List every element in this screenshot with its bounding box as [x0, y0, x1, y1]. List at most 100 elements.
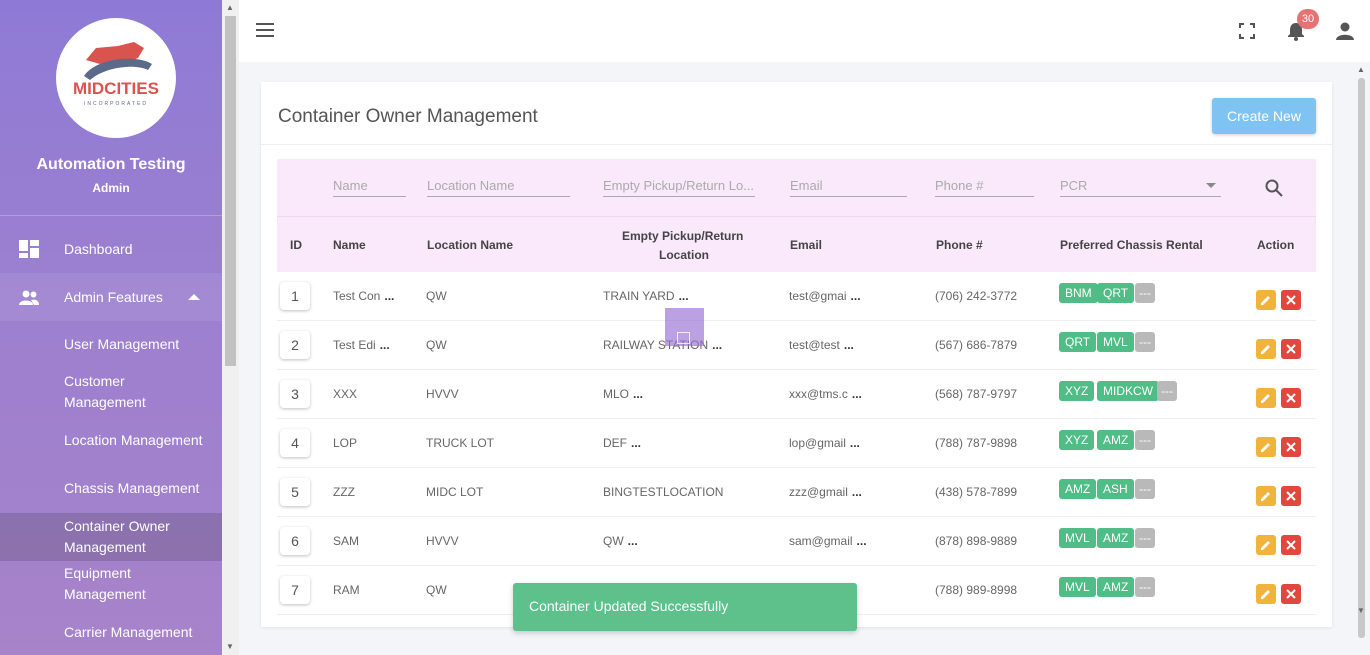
table-header: ID Name Location Name Empty Pickup/Retur… [277, 216, 1316, 272]
delete-button[interactable] [1281, 290, 1301, 310]
pencil-icon [1261, 541, 1270, 550]
edit-button[interactable] [1256, 584, 1276, 604]
main-scroll-thumb[interactable] [1358, 78, 1365, 638]
empty-location-filter-input[interactable] [603, 175, 755, 197]
cell-email: zzz@gmail... [789, 485, 862, 499]
sidebar-item-carrier-management[interactable]: Carrier Management [0, 622, 222, 643]
chevron-up-icon [188, 294, 200, 300]
edit-button[interactable] [1256, 535, 1276, 555]
pcr-more-button[interactable]: --- [1135, 283, 1155, 303]
more-ellipsis[interactable]: ... [852, 485, 862, 499]
user-name: Automation Testing [36, 156, 186, 173]
edit-button[interactable] [1256, 437, 1276, 457]
table-row[interactable]: 3 XXX HVVV MLO... xxx@tms.c... (568) 787-9797… [277, 370, 1316, 419]
delete-button[interactable] [1281, 437, 1301, 457]
edit-button[interactable] [1256, 339, 1276, 359]
pcr-tag: MIDKCW [1097, 381, 1159, 401]
page-title: Container Owner Management [278, 106, 538, 127]
pcr-more-button[interactable]: --- [1157, 381, 1177, 401]
delete-button[interactable] [1281, 339, 1301, 359]
edit-button[interactable] [1256, 388, 1276, 408]
table-row[interactable]: 4 LOP TRUCK LOT DEF... lop@gmail... (788) 787… [277, 419, 1316, 468]
scroll-down-arrow-icon[interactable]: ▼ [1357, 606, 1365, 615]
pcr-more-button[interactable]: --- [1135, 577, 1155, 597]
create-new-button[interactable]: Create New [1212, 98, 1316, 134]
table-row[interactable]: 5 ZZZ MIDC LOT BINGTESTLOCATION zzz@gmail...… [277, 468, 1316, 517]
scroll-down-arrow-icon[interactable]: ▼ [226, 642, 234, 651]
phone-filter-input[interactable] [935, 175, 1034, 197]
dropdown-caret-icon[interactable] [1206, 183, 1216, 188]
pcr-tag: QRT [1059, 332, 1097, 352]
fullscreen-icon[interactable] [1239, 23, 1255, 44]
sidebar-scrollbar[interactable]: ▲ ▼ [222, 0, 239, 655]
nav-admin-features[interactable]: Admin Features [0, 273, 222, 321]
name-filter-input[interactable] [333, 175, 406, 197]
cell-empty-location-text: TRAIN YARD [603, 289, 675, 303]
cell-name-text: XXX [333, 387, 358, 401]
more-ellipsis[interactable]: ... [633, 387, 643, 401]
cell-phone: (788) 989-8998 [935, 583, 1017, 597]
edit-button[interactable] [1256, 290, 1276, 310]
cell-email: test@gmai... [789, 289, 861, 303]
cell-location: MIDC LOT [426, 485, 483, 499]
notification-badge: 30 [1297, 9, 1319, 29]
scroll-up-arrow-icon[interactable]: ▲ [226, 3, 234, 12]
header-location: Location Name [427, 238, 514, 252]
cell-empty-location: TRAIN YARD... [603, 289, 689, 303]
cell-name: LOP [333, 436, 357, 450]
email-filter-input[interactable] [790, 175, 907, 197]
table-row[interactable]: 1 Test Con... QW TRAIN YARD... test@gmai...(… [277, 272, 1316, 321]
account-icon[interactable] [1335, 21, 1355, 46]
header-action: Action [1257, 238, 1295, 252]
sidebar-item-customer-management[interactable]: Customer Management [0, 371, 222, 413]
cell-name: Test Edi... [333, 338, 390, 352]
pcr-more-button[interactable]: --- [1135, 528, 1155, 548]
sidebar-scroll-thumb[interactable] [225, 16, 236, 366]
cell-phone: (706) 242-3772 [935, 289, 1017, 303]
scroll-up-arrow-icon[interactable]: ▲ [1357, 65, 1365, 74]
company-logo[interactable]: MIDCITIES INCORPORATED [56, 18, 176, 138]
delete-button[interactable] [1281, 388, 1301, 408]
sidebar-item-user-management[interactable]: User Management [0, 334, 222, 355]
more-ellipsis[interactable]: ... [852, 387, 862, 401]
more-ellipsis[interactable]: ... [851, 289, 861, 303]
menu-toggle-icon[interactable] [256, 23, 274, 37]
cell-empty-location-text: MLO [603, 387, 630, 401]
search-icon[interactable] [1265, 179, 1283, 202]
more-ellipsis[interactable]: ... [679, 289, 689, 303]
pcr-tag: AMZ [1097, 528, 1135, 548]
pcr-more-button[interactable]: --- [1135, 479, 1155, 499]
cell-empty-location-text: DEF [603, 436, 627, 450]
delete-button[interactable] [1281, 486, 1301, 506]
more-ellipsis[interactable]: ... [631, 436, 641, 450]
sidebar-item-location-management[interactable]: Location Management [0, 430, 222, 451]
cell-phone-text: (706) 242-3772 [935, 289, 1018, 303]
nav-dashboard[interactable]: Dashboard [0, 238, 222, 260]
location-filter-input[interactable] [427, 175, 570, 197]
sidebar-item-container-owner-management[interactable]: Container Owner Management [0, 513, 222, 561]
delete-button[interactable] [1281, 584, 1301, 604]
more-ellipsis[interactable]: ... [844, 338, 854, 352]
close-icon [1286, 295, 1296, 305]
pcr-tag: XYZ [1059, 430, 1095, 450]
more-ellipsis[interactable]: ... [850, 436, 860, 450]
more-ellipsis[interactable]: ... [384, 289, 394, 303]
more-ellipsis[interactable]: ... [380, 338, 390, 352]
more-ellipsis[interactable]: ... [628, 534, 638, 548]
cell-name-text: LOP [333, 436, 358, 450]
sidebar-item-chassis-management[interactable]: Chassis Management [0, 478, 222, 499]
delete-button[interactable] [1281, 535, 1301, 555]
sidebar-item-equipment-management[interactable]: Equipment Management [0, 563, 222, 605]
pcr-more-button[interactable]: --- [1135, 332, 1155, 352]
table-row[interactable]: 2 Test Edi... QW RAILWAY STATION... test@tes… [277, 321, 1316, 370]
more-ellipsis[interactable]: ... [712, 338, 722, 352]
pcr-more-button[interactable]: --- [1135, 430, 1155, 450]
pcr-filter-select[interactable] [1060, 175, 1221, 197]
edit-button[interactable] [1256, 486, 1276, 506]
row-id: 4 [280, 429, 310, 457]
cell-phone: (568) 787-9797 [935, 387, 1017, 401]
table-row[interactable]: 6 SAM HVVV QW... sam@gmail... (878) 898-9889 M… [277, 517, 1316, 566]
more-ellipsis[interactable]: ... [857, 534, 867, 548]
main-scrollbar[interactable]: ▲ ▼ [1353, 62, 1370, 655]
cell-email-text: test@gmai [789, 289, 847, 303]
